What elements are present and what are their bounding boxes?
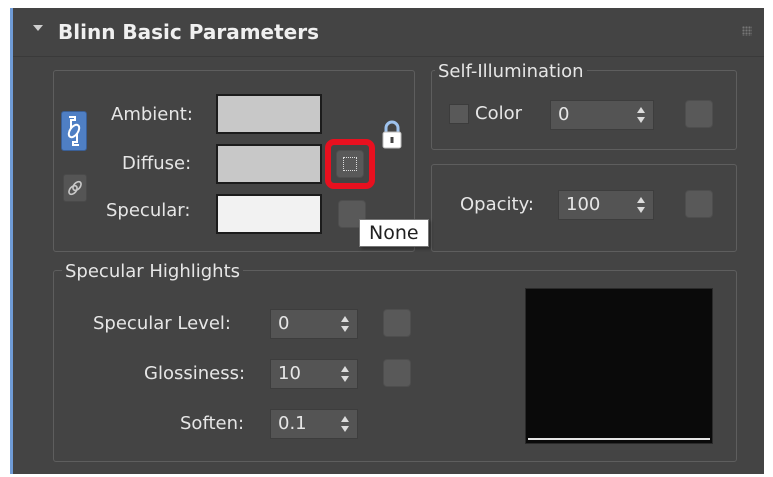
glossiness-map-button[interactable]: [383, 359, 411, 387]
specular-level-map-button[interactable]: [383, 309, 411, 337]
specular-level-label: Specular Level:: [93, 313, 231, 334]
link-icon: [68, 180, 82, 196]
lock-diffuse-specular-button[interactable]: [63, 174, 87, 202]
rollout-panel: Blinn Basic Parameters Ambient: Diffuse:…: [10, 8, 764, 474]
specular-label: Specular:: [106, 200, 191, 221]
padlock-icon[interactable]: [377, 118, 407, 152]
soften-label: Soften:: [180, 413, 245, 434]
specular-level-value: 0: [278, 313, 290, 334]
chevron-down-icon[interactable]: [33, 25, 43, 31]
spinner-arrows-icon[interactable]: [341, 415, 349, 433]
spinner-arrows-icon[interactable]: [637, 196, 645, 214]
opacity-value: 100: [566, 194, 601, 215]
link-icon: [67, 116, 81, 146]
lock-ambient-diffuse-button[interactable]: [61, 111, 87, 151]
self-illumination-label: Self-Illumination: [435, 61, 587, 82]
rollout-header[interactable]: Blinn Basic Parameters: [13, 8, 764, 57]
self-illumination-map-button[interactable]: [685, 100, 713, 128]
spinner-arrows-icon[interactable]: [637, 106, 645, 124]
self-illumination-spinner[interactable]: 0: [550, 100, 654, 130]
diffuse-label: Diffuse:: [122, 153, 192, 174]
curve-baseline: [528, 438, 710, 440]
soften-spinner[interactable]: 0.1: [270, 409, 358, 439]
spinner-arrows-icon[interactable]: [341, 315, 349, 333]
soften-value: 0.1: [278, 413, 307, 434]
rollout-title: Blinn Basic Parameters: [58, 20, 319, 44]
opacity-label: Opacity:: [460, 194, 534, 215]
diffuse-color-swatch[interactable]: [216, 144, 322, 184]
self-illumination-color-label: Color: [475, 103, 522, 124]
specular-color-swatch[interactable]: [216, 194, 322, 234]
opacity-spinner[interactable]: 100: [558, 190, 654, 220]
highlight-curve-preview: [525, 288, 713, 444]
glossiness-value: 10: [278, 363, 301, 384]
self-illumination-color-checkbox[interactable]: [449, 104, 469, 124]
glossiness-spinner[interactable]: 10: [270, 359, 358, 389]
empty-map-icon: [343, 157, 357, 171]
spinner-arrows-icon[interactable]: [341, 365, 349, 383]
ambient-color-swatch[interactable]: [216, 94, 322, 134]
diffuse-map-button[interactable]: [336, 150, 364, 178]
glossiness-label: Glossiness:: [144, 363, 246, 384]
ambient-label: Ambient:: [111, 104, 193, 125]
self-illumination-value: 0: [558, 104, 570, 125]
opacity-map-button[interactable]: [685, 190, 713, 218]
map-button-tooltip: None: [359, 219, 429, 247]
specular-level-spinner[interactable]: 0: [270, 309, 358, 339]
grip-icon[interactable]: [742, 26, 752, 36]
specular-highlights-label: Specular Highlights: [62, 261, 244, 282]
